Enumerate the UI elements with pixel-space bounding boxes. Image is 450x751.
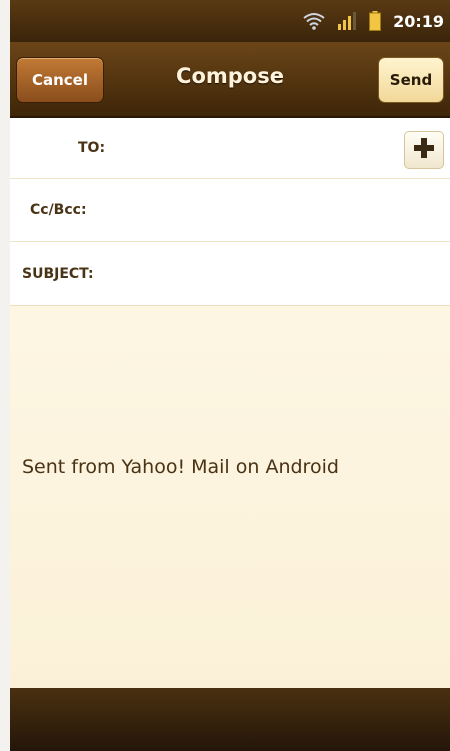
subject-label: SUBJECT: [22, 265, 94, 282]
title-bar: Cancel Compose Send [10, 42, 450, 118]
cc-bcc-field[interactable] [114, 187, 438, 233]
signature-text: Sent from Yahoo! Mail on Android [22, 456, 339, 478]
status-icons: 20:19 [303, 10, 444, 32]
status-bar: 20:19 [10, 0, 450, 42]
send-button[interactable]: Send [378, 57, 444, 103]
subject-field[interactable] [114, 250, 438, 297]
message-body[interactable]: Sent from Yahoo! Mail on Android [10, 305, 450, 689]
cancel-button[interactable]: Cancel [16, 57, 104, 103]
to-row: TO: [10, 118, 450, 179]
wifi-icon [303, 12, 325, 30]
cc-bcc-row: Cc/Bcc: [10, 179, 450, 242]
status-time: 20:19 [393, 11, 444, 31]
to-label: TO: [78, 140, 106, 156]
plus-icon [413, 137, 435, 163]
battery-icon [369, 11, 382, 31]
signal-icon [337, 12, 357, 30]
to-field[interactable] [118, 126, 402, 170]
compose-form: TO: Cc/Bcc: SUBJECT: [10, 118, 450, 306]
cc-bcc-label: Cc/Bcc: [30, 202, 87, 218]
add-contact-button[interactable] [404, 131, 444, 169]
phone-screen: 20:19 Cancel Compose Send TO: Cc/Bcc: SU… [10, 0, 450, 751]
keyboard-area [10, 688, 450, 751]
subject-row: SUBJECT: [10, 242, 450, 306]
